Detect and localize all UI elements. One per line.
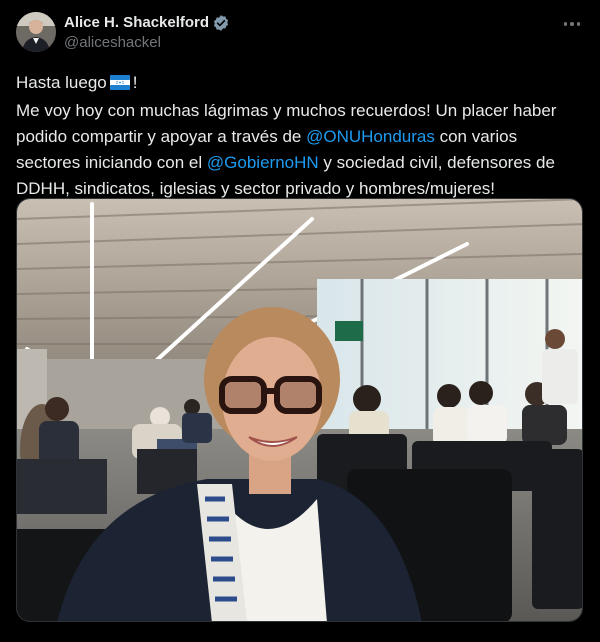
tweet-line-2: Me voy hoy con muchas lágrimas y muchos … bbox=[16, 98, 584, 202]
more-dot bbox=[576, 22, 581, 26]
tweet-text: Hasta luego! Me voy hoy con muchas lágri… bbox=[16, 70, 584, 202]
author-avatar[interactable] bbox=[16, 12, 56, 52]
tweet-greeting: Hasta luego bbox=[16, 73, 107, 92]
honduras-flag-icon bbox=[109, 72, 130, 98]
more-dot bbox=[570, 22, 574, 26]
author-names: Alice H. Shackelford @aliceshackel bbox=[64, 12, 230, 53]
more-options-button[interactable] bbox=[560, 14, 584, 34]
author-handle[interactable]: @aliceshackel bbox=[64, 33, 230, 53]
airport-selfie-photo bbox=[17, 199, 582, 621]
verified-badge-icon bbox=[212, 14, 230, 32]
tweet-card[interactable]: Alice H. Shackelford @aliceshackel Hasta… bbox=[0, 0, 600, 642]
author-display-name[interactable]: Alice H. Shackelford bbox=[64, 13, 209, 33]
mention-gobiernohn-link[interactable]: @GobiernoHN bbox=[207, 153, 319, 172]
tweet-exclaim: ! bbox=[132, 73, 138, 92]
tweet-header: Alice H. Shackelford @aliceshackel bbox=[16, 12, 584, 56]
mention-onuhonduras-link[interactable]: @ONUHonduras bbox=[306, 127, 435, 146]
tweet-photo[interactable] bbox=[16, 198, 583, 622]
more-horizontal-icon bbox=[563, 22, 568, 26]
tweet-line-1: Hasta luego! bbox=[16, 70, 584, 98]
